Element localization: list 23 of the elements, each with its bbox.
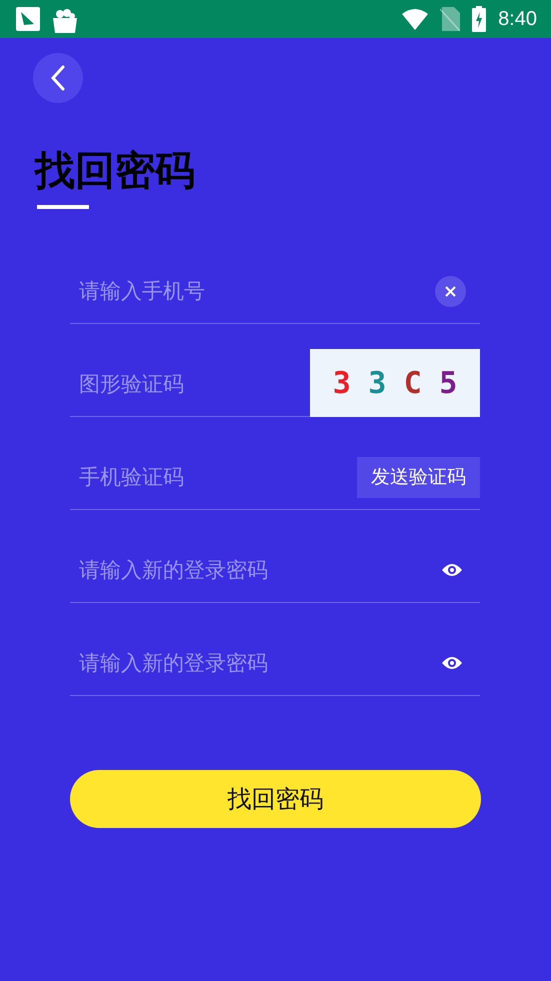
input-field[interactable]: 请输入新的登录密码 <box>70 643 441 683</box>
captcha-image[interactable]: 3 3 C 5 <box>310 349 480 417</box>
input-field[interactable]: 请输入新的登录密码 <box>70 550 441 590</box>
eye-icon[interactable] <box>441 655 463 671</box>
clear-icon[interactable] <box>435 276 466 306</box>
app-notification-icon <box>16 7 40 31</box>
wifi-icon <box>402 8 428 30</box>
input-field[interactable]: 图形验证码 <box>70 364 310 404</box>
clock-time: 8:40 <box>498 8 537 30</box>
back-icon <box>51 65 65 91</box>
eye-icon[interactable] <box>441 562 463 578</box>
page-title: 找回密码 <box>35 147 196 195</box>
captcha-character: 3 <box>332 366 351 400</box>
input-field[interactable]: 请输入手机号 <box>70 271 435 311</box>
send-code-button[interactable]: 发送验证码 <box>357 456 480 498</box>
captcha-character: C <box>404 366 422 400</box>
submit-button[interactable]: 找回密码 <box>70 770 481 828</box>
input-field[interactable]: 手机验证码 <box>70 457 357 497</box>
captcha-character: 5 <box>439 366 458 400</box>
captcha-character: 3 <box>368 366 386 400</box>
no-sim-icon <box>440 7 460 31</box>
back-button[interactable] <box>33 53 83 103</box>
battery-charging-icon <box>472 6 486 32</box>
